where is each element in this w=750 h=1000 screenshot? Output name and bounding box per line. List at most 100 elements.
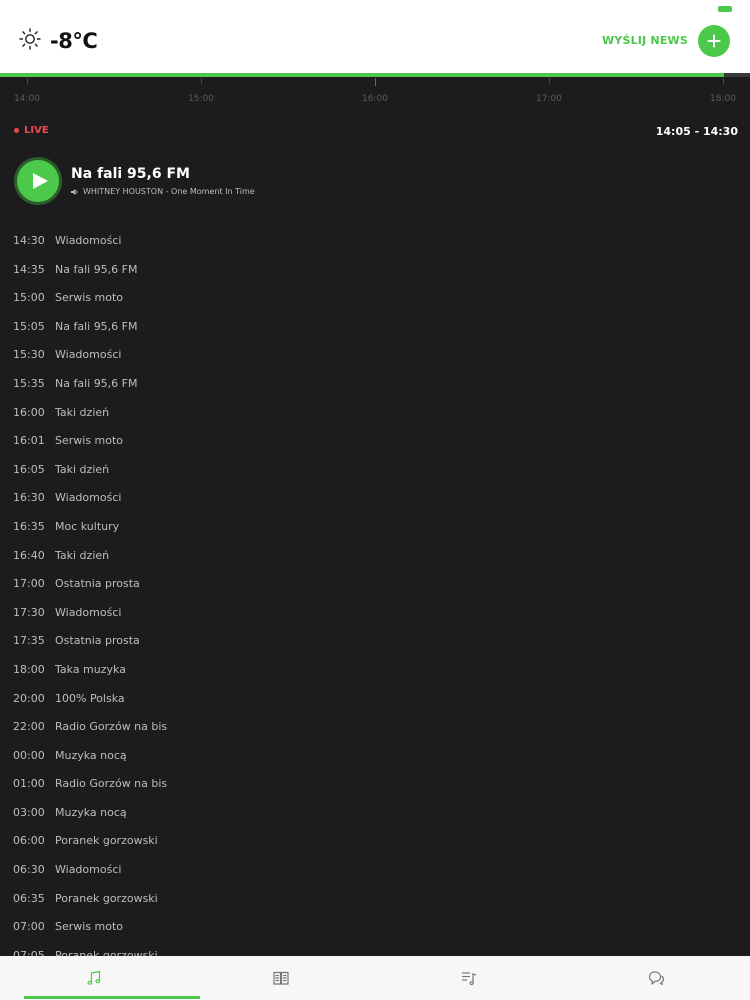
schedule-time: 22:00 xyxy=(13,720,45,734)
schedule-time: 17:30 xyxy=(13,605,45,619)
timeline-progress xyxy=(0,73,724,77)
schedule-row[interactable]: 18:00 Taka muzyka xyxy=(0,656,750,685)
temperature: -8°C xyxy=(50,29,98,53)
schedule-row[interactable]: 01:00 Radio Gorzów na bis xyxy=(0,770,750,799)
header: -8°C WYŚLIJ NEWS xyxy=(0,0,750,73)
timeline-tick xyxy=(549,78,550,84)
schedule-time: 16:30 xyxy=(13,491,45,505)
program-timeline[interactable]: 14:00 15:00 16:00 17:00 18:00 xyxy=(0,73,750,113)
schedule-row[interactable]: 15:00 Serwis moto xyxy=(0,284,750,313)
schedule-row[interactable]: 20:00 100% Polska xyxy=(0,685,750,714)
schedule-program-name: Poranek gorzowski xyxy=(55,834,158,848)
schedule-row[interactable]: 17:35 Ostatnia prosta xyxy=(0,627,750,656)
schedule-row[interactable]: 16:00 Taki dzień xyxy=(0,399,750,428)
current-track: WHITNEY HOUSTON - One Moment In Time xyxy=(71,187,255,196)
schedule-time: 16:00 xyxy=(13,405,45,419)
schedule-time: 00:00 xyxy=(13,748,45,762)
playlist-icon xyxy=(461,972,476,986)
schedule-program-name: Wiadomości xyxy=(55,863,122,877)
schedule-time: 17:35 xyxy=(13,634,45,648)
schedule-row[interactable]: 15:30 Wiadomości xyxy=(0,341,750,370)
schedule-row[interactable]: 16:05 Taki dzień xyxy=(0,456,750,485)
schedule-program-name: Wiadomości xyxy=(55,234,122,247)
schedule-row[interactable]: 16:40 Taki dzień xyxy=(0,542,750,571)
schedule-time: 06:00 xyxy=(13,834,45,848)
schedule-row[interactable]: 06:30 Wiadomości xyxy=(0,856,750,885)
schedule-list[interactable]: 14:30 Wiadomości 14:35 Na fali 95,6 FM 15:00… xyxy=(0,227,750,956)
timeline-label: 17:00 xyxy=(536,94,562,104)
schedule-time: 06:35 xyxy=(13,891,45,905)
schedule-row[interactable]: 06:35 Poranek gorzowski xyxy=(0,885,750,914)
send-news-link[interactable]: WYŚLIJ NEWS xyxy=(602,34,688,47)
send-news-button[interactable] xyxy=(698,25,730,57)
schedule-time: 15:05 xyxy=(13,319,45,333)
schedule-row[interactable]: 22:00 Radio Gorzów na bis xyxy=(0,713,750,742)
chat-icon xyxy=(649,971,665,986)
schedule-program-name: 100% Polska xyxy=(55,691,125,705)
schedule-program-name: Muzyka nocą xyxy=(55,805,127,819)
schedule-program-name: Muzyka nocą xyxy=(55,748,127,762)
schedule-row[interactable]: 14:35 Na fali 95,6 FM xyxy=(0,256,750,285)
weather-widget: -8°C xyxy=(18,27,98,55)
live-indicator: LIVE xyxy=(14,125,49,136)
timeline-label: 16:00 xyxy=(362,94,388,104)
schedule-time: 20:00 xyxy=(13,691,45,705)
schedule-row[interactable]: 06:00 Poranek gorzowski xyxy=(0,827,750,856)
schedule-time: 06:30 xyxy=(13,863,45,877)
live-dot xyxy=(14,128,19,133)
schedule-program-name: Serwis moto xyxy=(55,920,124,934)
schedule-program-name: Radio Gorzów na bis xyxy=(55,720,168,734)
schedule-row[interactable]: 15:35 Na fali 95,6 FM xyxy=(0,370,750,399)
schedule-row[interactable]: 07:00 Serwis moto xyxy=(0,913,750,942)
schedule-row[interactable]: 03:00 Muzyka nocą xyxy=(0,799,750,828)
tab-bar xyxy=(0,956,750,1000)
schedule-program-name: Poranek gorzowski xyxy=(55,948,158,956)
schedule-time: 03:00 xyxy=(13,805,45,819)
schedule-program-name: Na fali 95,6 FM xyxy=(55,262,138,276)
schedule-program-name: Poranek gorzowski xyxy=(55,891,158,905)
schedule-row[interactable]: 16:35 Moc kultury xyxy=(0,513,750,542)
active-tab-indicator xyxy=(24,996,200,999)
newspaper-icon xyxy=(273,971,289,985)
live-time-range: 14:05 - 14:30 xyxy=(655,125,738,138)
schedule-time: 17:00 xyxy=(13,577,45,591)
tab-music[interactable] xyxy=(0,956,188,1000)
schedule-program-name: Taki dzień xyxy=(55,405,110,419)
schedule-program-name: Taki dzień xyxy=(55,548,110,562)
station-title: Na fali 95,6 FM xyxy=(71,166,190,182)
schedule-program-name: Serwis moto xyxy=(55,291,124,305)
play-icon xyxy=(32,173,48,189)
schedule-row[interactable]: 15:05 Na fali 95,6 FM xyxy=(0,313,750,342)
music-note-icon xyxy=(87,970,100,985)
live-label: LIVE xyxy=(24,125,49,136)
schedule-time: 16:40 xyxy=(13,548,45,562)
schedule-row[interactable]: 17:00 Ostatnia prosta xyxy=(0,570,750,599)
schedule-row[interactable]: 00:00 Muzyka nocą xyxy=(0,742,750,771)
schedule-program-name: Wiadomości xyxy=(55,605,122,619)
schedule-program-name: Na fali 95,6 FM xyxy=(55,319,138,333)
speaker-icon xyxy=(71,188,78,195)
schedule-time: 14:30 xyxy=(13,234,45,247)
schedule-program-name: Radio Gorzów na bis xyxy=(55,777,168,791)
timeline-label: 15:00 xyxy=(188,94,214,104)
schedule-row[interactable]: 16:30 Wiadomości xyxy=(0,484,750,513)
schedule-row[interactable]: 17:30 Wiadomości xyxy=(0,599,750,628)
schedule-row[interactable]: 07:05 Poranek gorzowski xyxy=(0,942,750,956)
schedule-time: 01:00 xyxy=(13,777,45,791)
tab-news[interactable] xyxy=(188,956,376,1000)
plus-icon xyxy=(707,34,721,48)
schedule-time: 07:05 xyxy=(13,948,45,956)
play-button[interactable] xyxy=(14,157,62,205)
schedule-time: 07:00 xyxy=(13,920,45,934)
timeline-label: 18:00 xyxy=(710,94,736,104)
tab-playlist[interactable] xyxy=(375,956,563,1000)
schedule-time: 15:30 xyxy=(13,348,45,362)
timeline-tick xyxy=(27,78,28,84)
schedule-program-name: Na fali 95,6 FM xyxy=(55,376,138,390)
schedule-time: 15:35 xyxy=(13,376,45,390)
battery-indicator xyxy=(718,6,732,12)
schedule-program-name: Ostatnia prosta xyxy=(55,634,140,648)
schedule-row[interactable]: 16:01 Serwis moto xyxy=(0,427,750,456)
schedule-row[interactable]: 14:30 Wiadomości xyxy=(0,227,750,256)
tab-chat[interactable] xyxy=(563,956,750,1000)
